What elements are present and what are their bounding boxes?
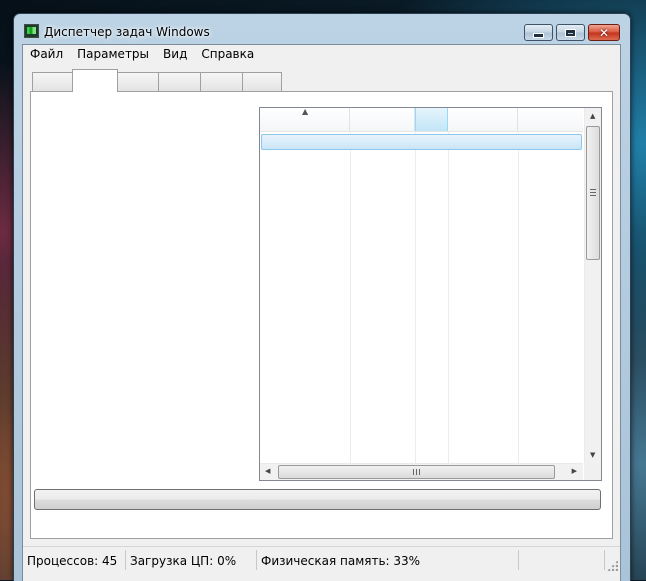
tab-3[interactable] xyxy=(117,72,159,91)
column-divider xyxy=(448,131,449,465)
task-manager-icon xyxy=(24,24,39,38)
column-header-2[interactable] xyxy=(350,108,415,131)
title-bar[interactable]: Диспетчер задач Windows ✕ xyxy=(14,14,630,44)
menu-file[interactable]: Файл xyxy=(23,45,70,64)
vertical-scroll-thumb[interactable] xyxy=(586,126,600,260)
tab-5[interactable] xyxy=(200,72,243,91)
column-header-3[interactable] xyxy=(415,108,448,131)
maximize-button[interactable] xyxy=(556,24,585,41)
list-body xyxy=(260,131,583,465)
table-row-selected[interactable] xyxy=(261,134,582,150)
close-button[interactable]: ✕ xyxy=(588,24,620,41)
column-divider xyxy=(415,131,416,465)
horizontal-scrollbar[interactable]: ◀ ▶ xyxy=(260,463,583,480)
scroll-right-icon[interactable]: ▶ xyxy=(572,468,577,475)
sort-ascending-icon: ▲ xyxy=(302,107,309,116)
status-memory: Физическая память: 33% xyxy=(257,550,519,570)
column-divider xyxy=(518,131,519,465)
scroll-left-icon[interactable]: ◀ xyxy=(265,468,270,475)
maximize-icon xyxy=(565,28,576,37)
close-icon: ✕ xyxy=(598,25,610,40)
horizontal-scroll-thumb[interactable] xyxy=(278,465,555,479)
tab-4[interactable] xyxy=(158,72,201,91)
status-processes: Процессов: 45 xyxy=(23,550,126,570)
list-header: ▲ xyxy=(260,107,583,132)
process-list[interactable]: ▲ ▲ ▼ ◀ ▶ xyxy=(259,107,602,481)
tab-6[interactable] xyxy=(242,72,282,91)
scroll-up-icon[interactable]: ▲ xyxy=(590,113,595,120)
scroll-corner xyxy=(584,463,601,480)
task-manager-window: Диспетчер задач Windows ✕ Файл Параметры… xyxy=(13,13,631,581)
minimize-button[interactable] xyxy=(524,24,553,41)
tab-1[interactable] xyxy=(32,72,73,91)
grip-icon xyxy=(413,469,420,475)
menu-help[interactable]: Справка xyxy=(194,45,261,64)
window-title: Диспетчер задач Windows xyxy=(44,25,210,39)
minimize-icon xyxy=(533,32,544,38)
menu-view[interactable]: Вид xyxy=(156,45,194,64)
column-divider xyxy=(350,131,351,465)
column-header-5[interactable] xyxy=(518,108,583,131)
status-empty xyxy=(519,550,605,570)
resize-grip-icon[interactable] xyxy=(607,560,618,571)
tab-2[interactable] xyxy=(72,69,118,92)
status-bar: Процессов: 45 Загрузка ЦП: 0% Физическая… xyxy=(23,546,620,574)
scroll-down-icon[interactable]: ▼ xyxy=(590,452,595,459)
panel-button[interactable] xyxy=(34,489,601,510)
menu-options[interactable]: Параметры xyxy=(70,45,156,64)
grip-icon xyxy=(590,189,596,196)
tab-strip xyxy=(23,69,620,92)
column-header-1[interactable]: ▲ xyxy=(260,107,350,131)
column-header-4[interactable] xyxy=(448,108,518,131)
vertical-scrollbar[interactable]: ▲ ▼ xyxy=(584,108,601,464)
tab-panel: ▲ ▲ ▼ ◀ ▶ xyxy=(30,91,613,539)
status-cpu: Загрузка ЦП: 0% xyxy=(126,550,257,570)
window-client-area: Файл Параметры Вид Справка ▲ ▲ ▼ ◀ ▶ Про… xyxy=(22,44,621,581)
menu-bar: Файл Параметры Вид Справка xyxy=(23,45,620,64)
